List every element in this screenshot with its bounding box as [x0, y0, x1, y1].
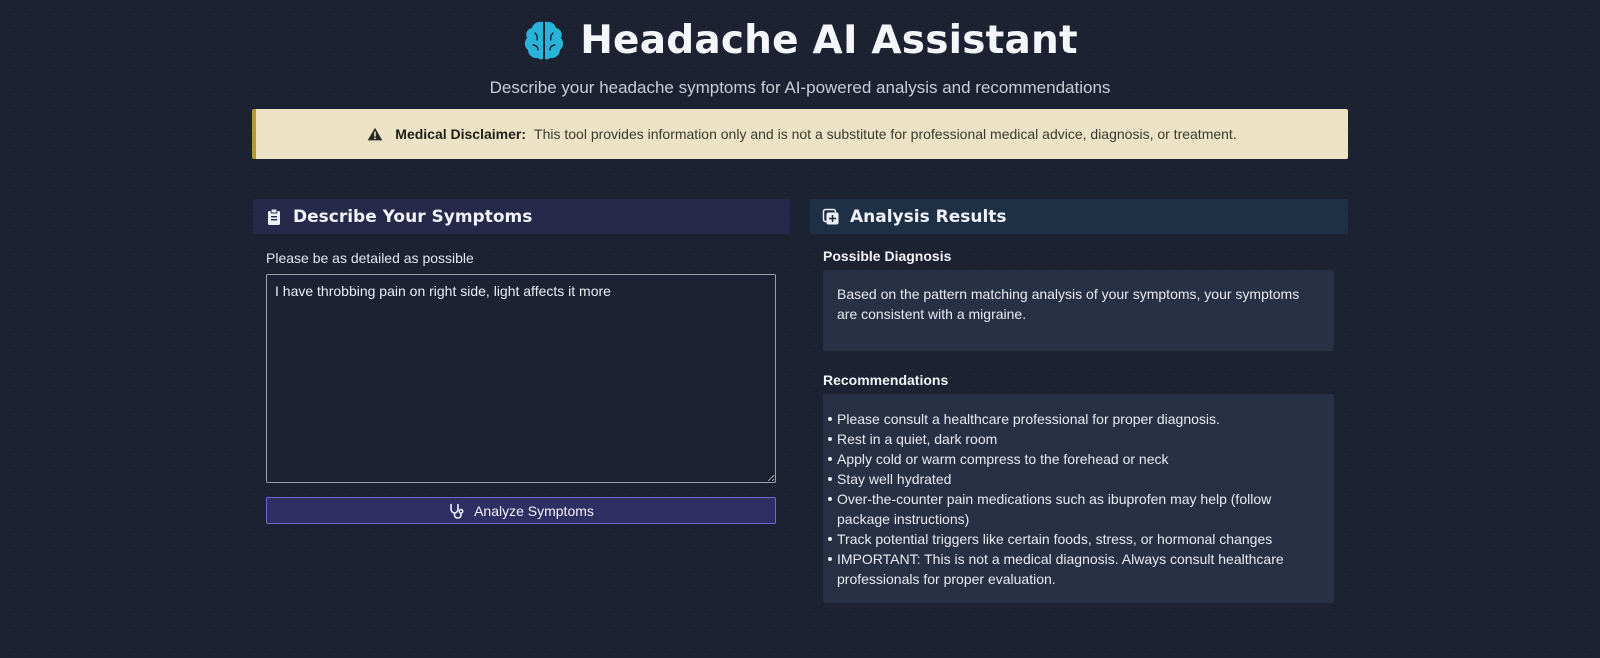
recommendation-item: IMPORTANT: This is not a medical diagnos… [828, 549, 1320, 589]
recommendation-item: Stay well hydrated [828, 469, 1320, 489]
recommendation-item: Over-the-counter pain medications such a… [828, 489, 1320, 529]
recommendation-item: Rest in a quiet, dark room [828, 429, 1320, 449]
page-title: Headache AI Assistant [580, 17, 1078, 63]
warning-icon [367, 127, 383, 141]
results-panel-title: Analysis Results [850, 206, 1007, 227]
disclaimer-text: This tool provides information only and … [534, 126, 1237, 142]
title-row: Headache AI Assistant [0, 14, 1600, 66]
recommendations-heading: Recommendations [823, 372, 949, 388]
symptoms-textarea[interactable]: I have throbbing pain on right side, lig… [266, 274, 776, 483]
symptoms-field-label: Please be as detailed as possible [266, 250, 474, 266]
recommendation-item: Please consult a healthcare professional… [828, 409, 1320, 429]
symptoms-panel-header: Describe Your Symptoms [253, 199, 790, 234]
medical-disclaimer-banner: Medical Disclaimer: This tool provides i… [252, 109, 1348, 159]
symptoms-panel-title: Describe Your Symptoms [293, 206, 533, 227]
diagnosis-box: Based on the pattern matching analysis o… [823, 270, 1334, 351]
diagnosis-heading: Possible Diagnosis [823, 248, 952, 264]
analyze-button-label: Analyze Symptoms [474, 502, 594, 519]
app-header: Headache AI Assistant Describe your head… [0, 14, 1600, 98]
diagnosis-text: Based on the pattern matching analysis o… [837, 286, 1300, 322]
recommendation-item: Apply cold or warm compress to the foreh… [828, 449, 1320, 469]
disclaimer-label: Medical Disclaimer: [395, 126, 527, 142]
analyze-symptoms-button[interactable]: Analyze Symptoms [266, 497, 776, 524]
stethoscope-icon [448, 503, 464, 519]
page-subtitle: Describe your headache symptoms for AI-p… [489, 78, 1111, 97]
recommendations-list: Please consult a healthcare professional… [828, 409, 1320, 589]
medical-kit-icon [822, 208, 840, 226]
brain-icon [522, 18, 566, 62]
results-panel-header: Analysis Results [810, 199, 1348, 234]
clipboard-icon [265, 208, 283, 226]
recommendation-item: Track potential triggers like certain fo… [828, 529, 1320, 549]
recommendations-box: Please consult a healthcare professional… [823, 394, 1334, 603]
